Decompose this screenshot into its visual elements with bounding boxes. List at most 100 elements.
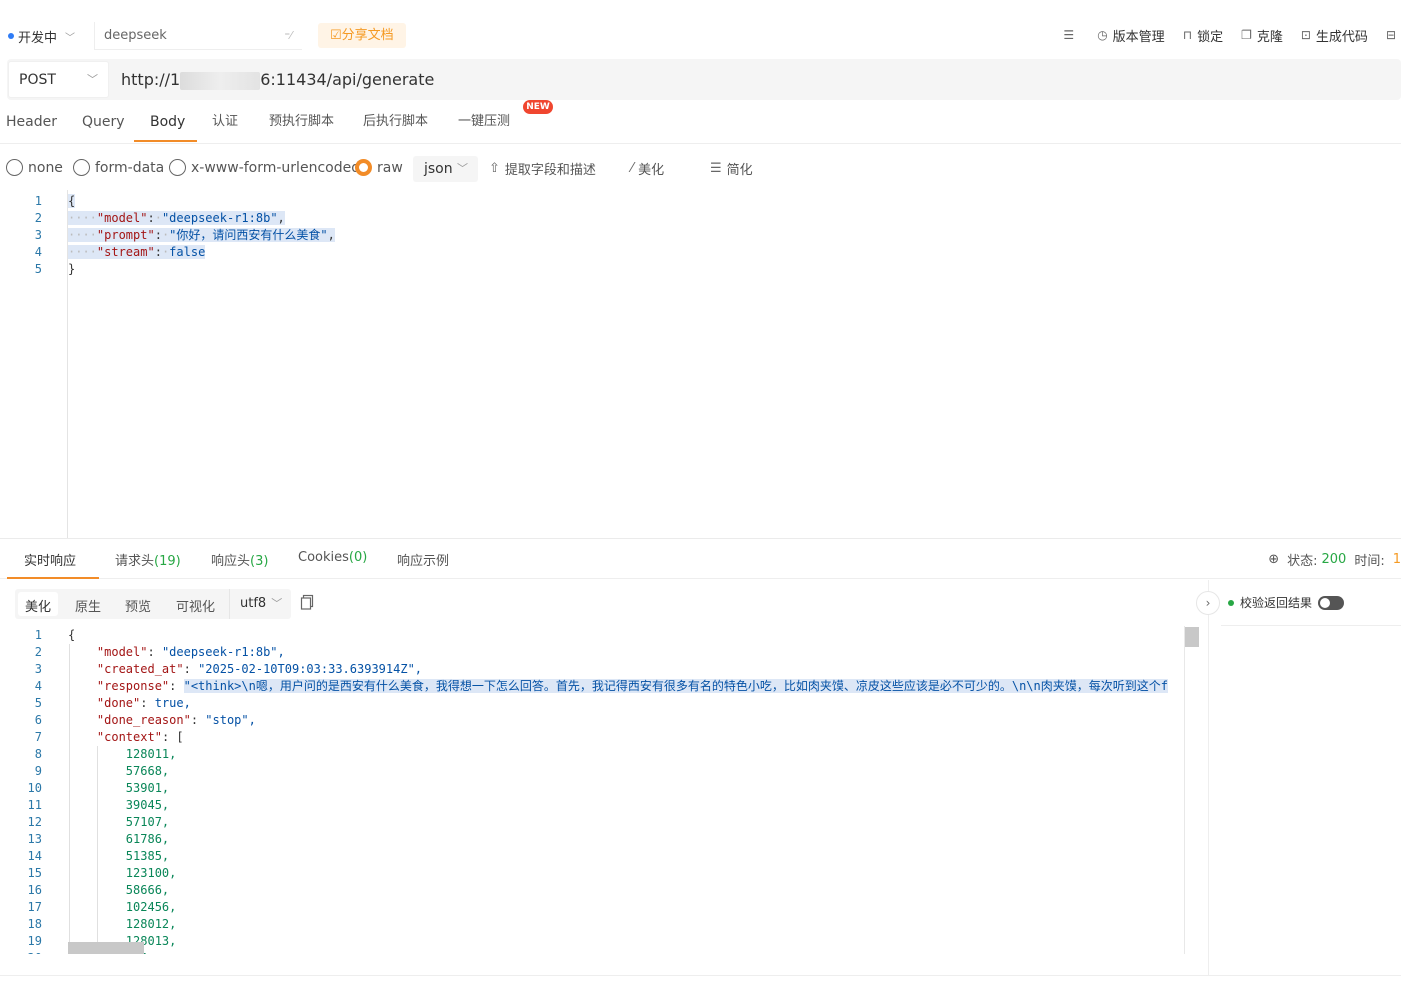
- raw-format-select[interactable]: json ﹀: [413, 156, 478, 182]
- extract-fields-button[interactable]: ⇧ 提取字段和描述: [489, 159, 596, 178]
- line-number: 9: [34, 764, 42, 778]
- tab-auth[interactable]: 认证: [212, 112, 238, 132]
- json-value: false: [169, 245, 206, 259]
- code-line: "response": "<think>\n嗯，用户问的是西安有什么美食，我得想…: [96, 679, 1168, 693]
- view-raw[interactable]: 原生: [75, 596, 101, 615]
- more-button[interactable]: ⊟: [1386, 28, 1401, 42]
- method-select[interactable]: POST ﹀: [8, 61, 109, 98]
- redacted-host: [180, 71, 261, 90]
- tab-post-script[interactable]: 后执行脚本: [363, 112, 428, 132]
- tab-cookies[interactable]: Cookies(0): [298, 550, 367, 565]
- environment-selector[interactable]: 开发中 ﹀: [8, 22, 75, 50]
- horizontal-scrollbar-thumb[interactable]: [68, 942, 144, 954]
- tab-pre-script[interactable]: 预执行脚本: [269, 112, 334, 132]
- json-number: 128011,: [125, 747, 177, 761]
- line-number: 2: [34, 211, 42, 225]
- brace-open: {: [68, 628, 76, 642]
- radio-form-data[interactable]: form-data: [73, 159, 164, 176]
- chevron-down-icon: ﹀: [65, 32, 76, 44]
- encoding-select[interactable]: utf8 ﹀: [229, 589, 291, 619]
- response-body-viewer[interactable]: 1 2 3 4 5 6 7 8 9 10 11 12 13 14 15 16 1…: [0, 626, 1190, 954]
- url-prefix: http://1: [121, 70, 181, 89]
- line-number: 18: [27, 917, 42, 931]
- lock-button[interactable]: ⊓ 锁定: [1183, 26, 1223, 45]
- view-visual[interactable]: 可视化: [176, 596, 215, 615]
- validate-label: 校验返回结果: [1240, 596, 1313, 610]
- method-value: POST: [19, 72, 56, 88]
- brace-close: }: [68, 262, 76, 276]
- generate-code-label: 生成代码: [1315, 29, 1368, 45]
- beautify-label: 美化: [638, 163, 665, 178]
- code-line: {: [68, 627, 75, 644]
- code-line: 51385,: [68, 848, 169, 865]
- radio-raw-label: raw: [377, 159, 403, 176]
- tab-response-example[interactable]: 响应示例: [397, 550, 449, 569]
- tab-body[interactable]: Body: [150, 112, 185, 132]
- code-line: 39045,: [68, 797, 169, 814]
- vertical-scrollbar[interactable]: [1184, 626, 1200, 954]
- request-body-editor[interactable]: 1 2 3 4 5 { ····"model":·"deepseek-r1:8b…: [0, 190, 1401, 538]
- json-number: 57107,: [125, 815, 170, 829]
- line-number: 10: [27, 781, 42, 795]
- code-line: "created_at": "2025-02-10T09:03:33.63939…: [96, 662, 423, 676]
- count-badge: (0): [348, 550, 368, 565]
- copy-icon[interactable]: [300, 594, 314, 610]
- status-label: 状态:: [1287, 554, 1318, 569]
- radio-urlencoded[interactable]: x-www-form-urlencoded: [169, 159, 360, 176]
- new-badge: NEW: [523, 100, 553, 114]
- beautify-button[interactable]: ⁄ 美化: [631, 159, 664, 178]
- tab-header[interactable]: Header: [6, 112, 57, 132]
- version-button[interactable]: ◷ 版本管理: [1097, 26, 1165, 45]
- tab-realtime-response[interactable]: 实时响应: [24, 550, 76, 569]
- toggle-switch[interactable]: [1318, 595, 1345, 610]
- radio-none[interactable]: none: [6, 159, 63, 176]
- panel-divider[interactable]: [0, 538, 1401, 539]
- upload-icon: ⇧: [489, 161, 500, 176]
- generate-code-button[interactable]: ⊡ 生成代码: [1301, 26, 1368, 45]
- radio-raw[interactable]: raw: [355, 159, 403, 176]
- code-line: 128012,: [68, 916, 177, 933]
- status-dot: [1228, 599, 1234, 606]
- view-pretty[interactable]: 美化: [25, 596, 51, 615]
- json-number: 123100,: [125, 866, 177, 880]
- share-icon: ☑: [330, 28, 342, 43]
- lock-icon: ⊓: [1182, 28, 1193, 42]
- share-doc-button[interactable]: ☑分享文档: [318, 23, 406, 48]
- json-number: 51385,: [125, 849, 170, 863]
- code-line: {: [68, 193, 76, 210]
- active-tab-indicator: [134, 140, 197, 142]
- code-line: "done_reason": "stop",: [96, 713, 256, 727]
- line-number: 3: [34, 228, 42, 242]
- json-number: 39045,: [125, 798, 170, 812]
- share-doc-label: 分享文档: [341, 28, 394, 43]
- list-button[interactable]: ☰: [1063, 28, 1079, 42]
- tab-response-headers[interactable]: 响应头(3): [211, 550, 268, 569]
- collapse-panel-button[interactable]: ›: [1196, 591, 1220, 615]
- simplify-button[interactable]: ☰ 简化: [710, 159, 753, 178]
- chevron-down-icon: ﹀: [87, 73, 98, 86]
- json-key: "done": [96, 696, 141, 710]
- url-input[interactable]: http://1 6:11434/api/generate: [121, 68, 434, 92]
- json-number: 57668,: [125, 764, 170, 778]
- tab-query[interactable]: Query: [82, 112, 125, 132]
- clone-button[interactable]: ❐ 克隆: [1241, 26, 1283, 45]
- tab-stress-test[interactable]: 一键压测: [458, 112, 510, 132]
- count-badge: (19): [154, 554, 181, 569]
- globe-icon: ⊕: [1268, 552, 1280, 567]
- radio-form-data-label: form-data: [95, 159, 165, 176]
- line-number: 11: [27, 798, 42, 812]
- validation-panel: [1208, 580, 1401, 975]
- tab-request-headers[interactable]: 请求头(19): [115, 550, 181, 569]
- tab-response-headers-label: 响应头: [211, 554, 251, 569]
- simplify-label: 简化: [726, 163, 753, 178]
- clock-icon: ◷: [1097, 28, 1108, 42]
- view-preview[interactable]: 预览: [125, 596, 151, 615]
- validate-response-toggle[interactable]: 校验返回结果: [1228, 594, 1345, 611]
- code-line: ····"model":·"deepseek-r1:8b",: [68, 211, 285, 225]
- scrollbar-thumb[interactable]: [1185, 627, 1199, 647]
- api-name-value: deepseek: [104, 28, 167, 43]
- api-name-input[interactable]: deepseek ⁼⁄: [94, 22, 302, 50]
- radio-none-label: none: [28, 159, 63, 176]
- code-line: 58666,: [68, 882, 169, 899]
- json-number: 102456,: [125, 900, 177, 914]
